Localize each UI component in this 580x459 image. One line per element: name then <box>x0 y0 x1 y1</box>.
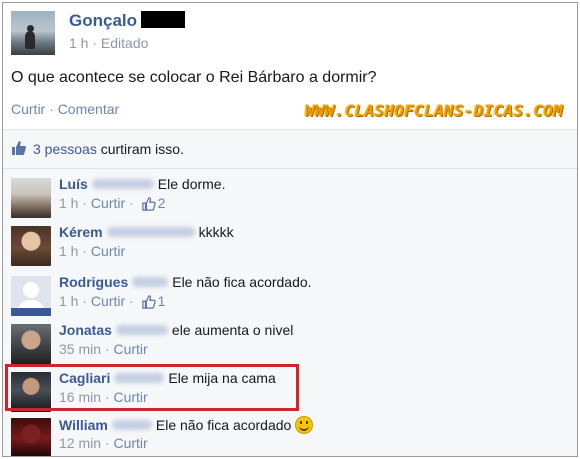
blurred-surname <box>115 325 168 335</box>
author-row: Gonçalo <box>69 11 186 31</box>
site-watermark: WWW.CLASHOFCLANS-DICAS.COM <box>304 101 563 120</box>
comment-item: Kérem kkkkk 1 h · Curtir <box>3 222 577 270</box>
commenter-name[interactable]: William <box>59 417 108 433</box>
thumbs-up-icon[interactable] <box>141 197 156 214</box>
comment-item: Rodrigues Ele não fica acordado. 1 h · Cu… <box>3 272 577 320</box>
comment-like-link[interactable]: Curtir <box>113 435 147 451</box>
comment-meta: 16 min · Curtir <box>59 389 148 405</box>
likes-rest: curtiram isso. <box>100 141 184 157</box>
commenter-avatar[interactable] <box>11 178 51 218</box>
thumbs-up-icon <box>11 140 27 159</box>
author-avatar[interactable] <box>11 11 55 55</box>
blurred-surname <box>132 277 169 287</box>
comment-text: Ele não fica acordado <box>155 417 292 433</box>
comment-like-link[interactable]: Curtir <box>91 195 125 211</box>
comment-meta: 35 min · Curtir <box>59 341 148 357</box>
comment-item: William Ele não fica acordado 12 min · Cu… <box>3 414 577 456</box>
comment-time[interactable]: 16 min <box>59 389 101 405</box>
meta-separator: · <box>82 243 88 259</box>
post-time[interactable]: 1 h <box>69 35 88 51</box>
likes-text: 3 pessoas curtiram isso. <box>33 141 184 157</box>
author-name[interactable]: Gonçalo <box>69 11 137 30</box>
blurred-surname <box>106 227 195 237</box>
comment-time[interactable]: 1 h <box>59 243 78 259</box>
meta-separator: · <box>82 293 88 309</box>
commenter-avatar[interactable] <box>11 372 51 412</box>
comment-body: Jonatas ele aumenta o nivel <box>59 322 293 338</box>
comment-body: William Ele não fica acordado <box>59 416 314 434</box>
comment-text: kkkkk <box>198 224 234 240</box>
comment-item: Luís Ele dorme. 1 h · Curtir · 2 <box>3 174 577 222</box>
comment-item: Jonatas ele aumenta o nivel 35 min · Curt… <box>3 320 577 368</box>
commenter-name[interactable]: Luís <box>59 176 88 192</box>
comment-like-link[interactable]: Curtir <box>91 293 125 309</box>
comment-meta: 1 h · Curtir <box>59 243 125 259</box>
comment-text: ele aumenta o nivel <box>171 322 294 338</box>
comment-body: Cagliari Ele mija na cama <box>59 370 276 386</box>
post-actions: Curtir · Comentar <box>11 101 119 117</box>
meta-separator: · <box>104 389 110 405</box>
meta-separator: · <box>104 341 110 357</box>
post-text: O que acontece se colocar o Rei Bárbaro … <box>11 69 377 86</box>
redaction-bar <box>141 11 186 28</box>
comment-meta: 1 h · Curtir · 2 <box>59 195 165 214</box>
actions-separator: · <box>49 101 54 117</box>
comment-like-link[interactable]: Curtir <box>113 389 147 405</box>
meta-separator: · <box>129 195 134 211</box>
commenter-name[interactable]: Jonatas <box>59 322 112 338</box>
comment-text: Ele mija na cama <box>168 370 276 386</box>
commenter-name[interactable]: Rodrigues <box>59 274 128 290</box>
commenter-name[interactable]: Kérem <box>59 224 103 240</box>
comment-meta: 12 min · Curtir <box>59 435 148 451</box>
comment-link[interactable]: Comentar <box>58 101 119 117</box>
commenter-avatar[interactable] <box>11 226 51 266</box>
comment-item: Cagliari Ele mija na cama 16 min · Curtir <box>3 368 577 416</box>
meta-separator: · <box>129 293 134 309</box>
commenter-avatar[interactable] <box>11 276 51 316</box>
comment-like-count[interactable]: 2 <box>158 195 166 211</box>
comment-like-count[interactable]: 1 <box>158 293 166 309</box>
commenter-name[interactable]: Cagliari <box>59 370 110 386</box>
comments-section: 3 pessoas curtiram isso. Luís Ele dorme. … <box>3 129 577 456</box>
edited-label[interactable]: Editado <box>101 35 148 51</box>
blurred-surname <box>111 420 152 430</box>
comment-body: Luís Ele dorme. <box>59 176 225 192</box>
comment-text: Ele dorme. <box>157 176 226 192</box>
likes-count-link[interactable]: 3 pessoas <box>33 141 97 157</box>
grinning-face-icon <box>295 416 314 434</box>
comment-time[interactable]: 35 min <box>59 341 101 357</box>
comment-like-link[interactable]: Curtir <box>91 243 125 259</box>
meta-separator: · <box>82 195 88 211</box>
post-meta: 1 h · Editado <box>69 35 148 51</box>
comment-time[interactable]: 12 min <box>59 435 101 451</box>
meta-separator: · <box>104 435 110 451</box>
like-link[interactable]: Curtir <box>11 101 45 117</box>
comment-meta: 1 h · Curtir · 1 <box>59 293 165 312</box>
likes-summary: 3 pessoas curtiram isso. <box>3 130 577 169</box>
comment-body: Rodrigues Ele não fica acordado. <box>59 274 312 290</box>
comment-like-link[interactable]: Curtir <box>113 341 147 357</box>
comment-time[interactable]: 1 h <box>59 195 78 211</box>
comment-body: Kérem kkkkk <box>59 224 234 240</box>
meta-separator: · <box>92 35 98 51</box>
commenter-avatar[interactable] <box>11 324 51 364</box>
comment-time[interactable]: 1 h <box>59 293 78 309</box>
blurred-surname <box>114 373 165 383</box>
blurred-surname <box>91 179 154 189</box>
comment-text: Ele não fica acordado. <box>172 274 312 290</box>
commenter-avatar[interactable] <box>11 418 51 456</box>
facebook-post-card: Gonçalo 1 h · Editado O que acontece se … <box>2 2 578 457</box>
thumbs-up-icon[interactable] <box>141 295 156 312</box>
